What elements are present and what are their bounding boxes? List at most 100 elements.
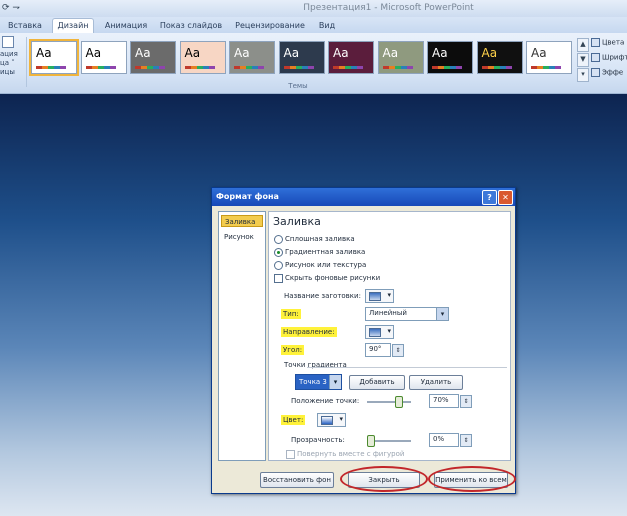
theme-fonts-button[interactable]: Шрифт <box>591 53 627 62</box>
help-button[interactable]: ? <box>482 190 497 205</box>
angle-spinner[interactable]: ⇕ <box>392 344 404 357</box>
add-stop-button[interactable]: Добавить <box>349 375 405 390</box>
theme-thumbnail[interactable]: Аа <box>476 41 523 74</box>
gradient-fill-label[interactable]: Градиентная заливка <box>285 248 365 256</box>
picture-fill-radio[interactable] <box>274 261 283 270</box>
theme-color-strip <box>432 66 462 69</box>
effects-icon <box>591 68 600 77</box>
picture-fill-label[interactable]: Рисунок или текстура <box>285 261 366 269</box>
tab-review[interactable]: Рецензирование <box>232 19 308 33</box>
tab-animation[interactable]: Анимация <box>100 19 152 33</box>
color-picker-button[interactable]: ▾ <box>317 413 346 427</box>
theme-fonts-label: Шрифт <box>602 53 627 62</box>
theme-thumbnail[interactable]: Аа <box>29 39 79 76</box>
direction-label: Направление: <box>281 327 337 337</box>
page-setup-icon <box>2 36 14 48</box>
color-label: Цвет: <box>281 415 306 425</box>
stop-position-slider[interactable] <box>367 401 411 403</box>
tab-insert[interactable]: Вставка <box>6 19 44 33</box>
theme-thumbnail[interactable]: Аа <box>427 41 473 74</box>
theme-sample-text: Аа <box>531 46 547 60</box>
theme-effects-label: Эффе <box>602 68 624 77</box>
ribbon-divider <box>26 37 27 87</box>
chevron-down-icon: ▾ <box>339 415 343 423</box>
theme-thumbnail[interactable]: Аа <box>130 41 176 74</box>
stop-position-value: 70% <box>433 396 449 404</box>
theme-sample-text: Аа <box>382 46 399 60</box>
angle-label-text: Угол: <box>281 345 305 355</box>
themes-group-label: Темы <box>288 82 308 90</box>
theme-color-strip <box>234 66 264 69</box>
type-select[interactable]: Линейный ▾ <box>365 307 449 321</box>
theme-color-strip <box>531 66 561 69</box>
paint-bucket-icon <box>321 416 333 425</box>
nav-item-picture[interactable]: Рисунок <box>221 231 263 243</box>
theme-sample-text: Аа <box>432 46 448 60</box>
page-setup-group-label: ицы <box>0 68 15 76</box>
transparency-slider-handle[interactable] <box>367 435 375 447</box>
tab-slideshow[interactable]: Показ слайдов <box>158 19 224 33</box>
reset-background-button[interactable]: Восстановить фон <box>260 472 334 488</box>
fonts-icon <box>591 53 600 62</box>
transparency-input[interactable]: 0% ⇕ <box>429 433 472 447</box>
direction-label-text: Направление: <box>281 327 337 337</box>
theme-color-strip <box>481 66 512 69</box>
preset-swatch-icon <box>369 292 381 301</box>
theme-thumbnail[interactable]: Аа <box>526 41 572 74</box>
theme-thumbnail[interactable]: Аа <box>278 41 325 74</box>
theme-colors-button[interactable]: Цвета <box>591 38 624 47</box>
direction-dropdown[interactable]: ▾ <box>365 325 394 339</box>
color-label-text: Цвет: <box>281 415 306 425</box>
direction-swatch-icon <box>369 328 381 337</box>
gradient-stop-value: Точка 3 <box>299 378 327 386</box>
theme-sample-text: Аа <box>36 46 52 60</box>
chevron-down-icon: ▾ <box>329 375 341 389</box>
transparency-spinner[interactable]: ⇕ <box>460 434 472 447</box>
rotate-with-shape-label: Повернуть вместе с фигурой <box>297 450 405 458</box>
solid-fill-label[interactable]: Сплошная заливка <box>285 235 355 243</box>
type-label-text: Тип: <box>281 309 301 319</box>
transparency-label: Прозрачность: <box>291 436 345 444</box>
close-icon[interactable]: ✕ <box>498 190 513 205</box>
gradient-fill-radio[interactable] <box>274 248 283 257</box>
preset-dropdown[interactable]: ▾ <box>365 289 394 303</box>
panel-heading: Заливка <box>273 215 321 228</box>
theme-thumbnail[interactable]: Аа <box>229 41 275 74</box>
angle-input[interactable]: 90° ⇕ <box>365 343 404 357</box>
hide-background-checkbox[interactable] <box>274 274 283 283</box>
theme-sample-text: Аа <box>85 46 102 60</box>
page-setup-group[interactable]: ация ца ˅ ицы <box>0 36 22 88</box>
window-title: Презентация1 - Microsoft PowerPoint <box>303 3 474 13</box>
theme-sample-text: Аа <box>135 46 151 60</box>
theme-color-strip <box>333 66 363 69</box>
hide-background-label[interactable]: Скрыть фоновые рисунки <box>285 274 380 282</box>
theme-thumbnail[interactable]: Аа <box>80 41 127 74</box>
delete-stop-button[interactable]: Удалить <box>409 375 463 390</box>
theme-thumbnail[interactable]: Аа <box>377 41 424 74</box>
theme-effects-button[interactable]: Эффе <box>591 68 623 77</box>
nav-item-fill[interactable]: Заливка <box>221 215 263 227</box>
stop-position-slider-handle[interactable] <box>394 396 403 408</box>
chevron-down-icon: ▾ <box>436 308 448 320</box>
tab-view[interactable]: Вид <box>314 19 340 33</box>
solid-fill-radio[interactable] <box>274 235 283 244</box>
ribbon-tabs: Вставка Дизайн Анимация Показ слайдов Ре… <box>0 17 627 34</box>
gradient-stops-divider <box>307 367 507 368</box>
gallery-scroll-up[interactable]: ▲ <box>577 38 589 52</box>
theme-thumbnail[interactable]: Аа <box>328 41 374 74</box>
format-background-dialog: Формат фона ? ✕ Заливка Рисунок Заливка … <box>211 187 516 494</box>
theme-thumbnail[interactable]: Аа <box>179 41 226 74</box>
gallery-more[interactable]: ▾ <box>577 68 589 82</box>
stop-position-label: Положение точки: <box>291 397 360 405</box>
tab-design[interactable]: Дизайн <box>52 18 94 34</box>
page-setup-dropdown[interactable]: ца ˅ <box>0 59 22 68</box>
chevron-down-icon: ▾ <box>387 291 391 299</box>
stop-position-spinner[interactable]: ⇕ <box>460 395 472 408</box>
theme-color-strip <box>85 66 116 69</box>
stop-position-input[interactable]: 70% ⇕ <box>429 394 472 408</box>
theme-color-strip <box>135 66 165 69</box>
rotate-with-shape-checkbox[interactable] <box>286 450 295 459</box>
dialog-title-bar[interactable]: Формат фона ? ✕ <box>212 188 515 206</box>
gradient-stop-select[interactable]: Точка 3 ▾ <box>295 374 342 390</box>
gallery-scroll-down[interactable]: ▼ <box>577 53 589 67</box>
